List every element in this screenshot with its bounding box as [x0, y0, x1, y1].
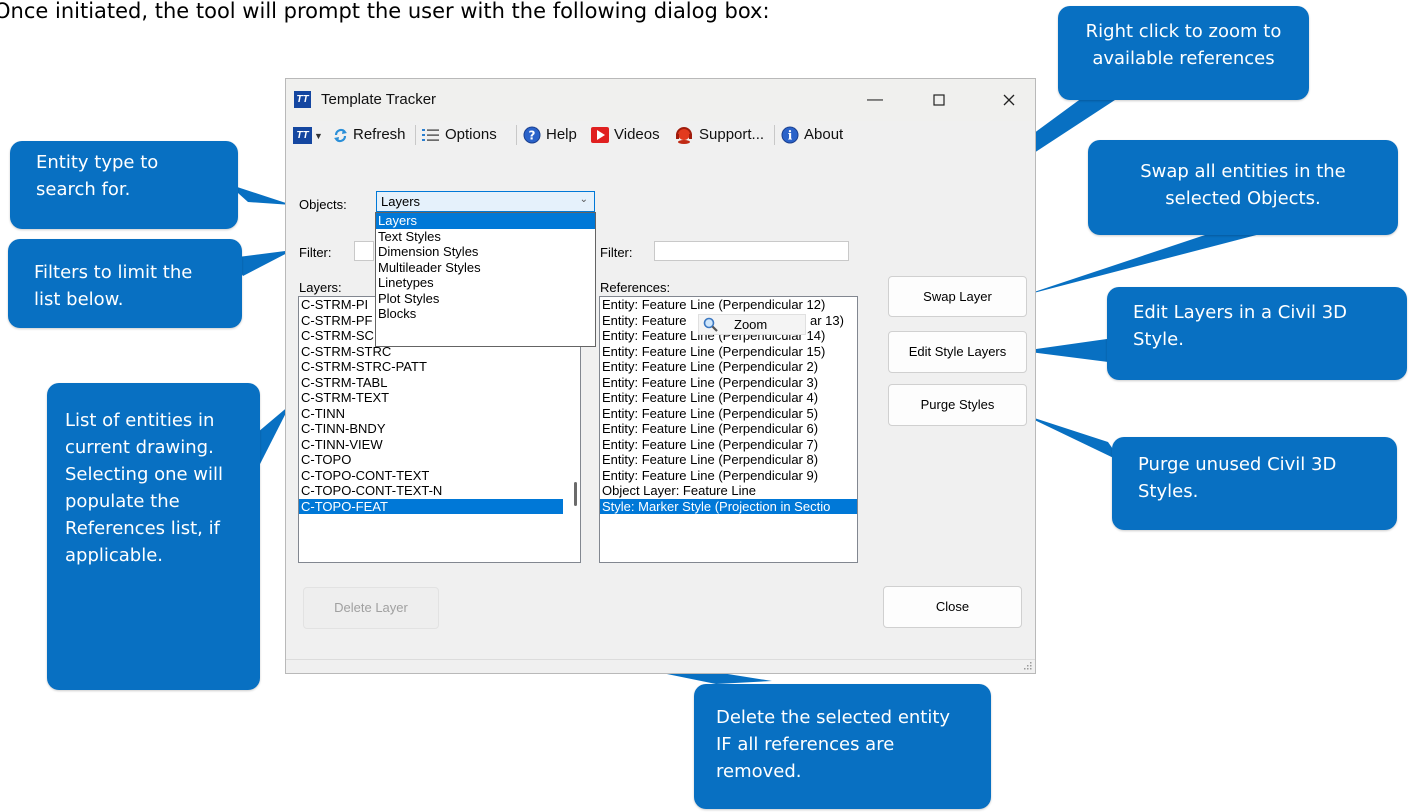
purge-styles-button[interactable]: Purge Styles	[888, 384, 1027, 426]
callout-purge: Purge unused Civil 3D Styles.	[1112, 437, 1397, 530]
dropdown-option-plot-styles[interactable]: Plot Styles	[376, 291, 595, 307]
list-item[interactable]: Entity: Feature Line (Perpendicular 6)	[600, 421, 857, 437]
window-title: Template Tracker	[321, 91, 437, 108]
close-window-button[interactable]	[986, 83, 1032, 117]
list-item[interactable]: Object Layer: Feature Line	[600, 483, 857, 499]
callout-list-entities: List of entities in current drawing. Sel…	[47, 383, 260, 690]
objects-label: Objects:	[299, 197, 347, 212]
callout-edit: Edit Layers in a Civil 3D Style.	[1107, 287, 1407, 380]
about-label: About	[804, 126, 844, 143]
reference-filter-input[interactable]	[654, 241, 849, 261]
options-button[interactable]: Options	[422, 123, 497, 147]
info-icon: i	[781, 126, 799, 144]
resize-grip-icon[interactable]	[1023, 661, 1032, 670]
list-item-selected[interactable]: C-TOPO-FEAT	[299, 498, 563, 514]
swap-layer-button[interactable]: Swap Layer	[888, 276, 1027, 317]
dropdown-option-linetypes[interactable]: Linetypes	[376, 275, 595, 291]
reference-text: Entity: Feature	[602, 312, 687, 328]
pointer-purge	[1022, 414, 1122, 462]
callout-entity-type: Entity type to search for.	[10, 141, 238, 229]
toolbar-separator	[774, 125, 775, 145]
support-label: Support...	[699, 126, 765, 143]
list-item[interactable]: Entity: Feature Line (Perpendicular 12)	[600, 297, 857, 313]
svg-text:i: i	[788, 129, 793, 143]
list-item[interactable]: Entity: Feature Line (Perpendicular 5)	[600, 406, 857, 422]
layer-filter-input[interactable]	[354, 241, 374, 261]
refresh-label: Refresh	[353, 126, 406, 143]
list-item[interactable]: Entity: Feature Line (Perpendicular 15)	[600, 344, 857, 360]
options-list-icon	[422, 129, 439, 142]
reference-text-suffix: ar 13)	[810, 312, 844, 328]
zoom-context-menu[interactable]: Zoom	[698, 314, 806, 335]
videos-button[interactable]: Videos	[591, 123, 660, 147]
help-icon: ?	[523, 126, 541, 144]
dropdown-option-dimension-styles[interactable]: Dimension Styles	[376, 244, 595, 260]
magnifier-icon	[703, 317, 718, 332]
callout-filters: Filters to limit the list below.	[8, 239, 242, 328]
list-item[interactable]: Entity: Feature Line (Perpendicular 3)	[600, 375, 857, 391]
list-item[interactable]: Entity: Feature Line (Perpendicular 8)	[600, 452, 857, 468]
status-bar-divider	[286, 659, 1035, 660]
objects-dropdown: Layers Text Styles Dimension Styles Mult…	[375, 212, 596, 347]
layers-list-label: Layers:	[299, 280, 342, 295]
list-item[interactable]: Entity: Feature Line (Perpendicular 4)	[600, 390, 857, 406]
close-button[interactable]: Close	[883, 586, 1022, 628]
objects-selected-value: Layers	[381, 194, 421, 209]
about-button[interactable]: i About	[781, 123, 843, 147]
list-item[interactable]: C-STRM-TABL	[299, 375, 580, 391]
app-menu-button[interactable]: TT ▼	[293, 123, 323, 147]
list-item[interactable]: C-TOPO-CONT-TEXT-N	[299, 483, 580, 499]
svg-text:?: ?	[529, 129, 536, 143]
template-tracker-window: TT Template Tracker — TT ▼ Refresh Option…	[285, 78, 1036, 674]
app-menu-icon: TT	[293, 126, 312, 144]
options-label: Options	[445, 126, 497, 143]
dropdown-option-text-styles[interactable]: Text Styles	[376, 229, 595, 245]
maximize-icon	[933, 94, 945, 106]
chevron-down-icon: ▼	[314, 131, 323, 141]
list-item[interactable]: Entity: Feature Line (Perpendicular 2)	[600, 359, 857, 375]
layers-scrollbar-thumb[interactable]	[574, 482, 577, 506]
refresh-icon	[334, 128, 347, 142]
dropdown-option-multileader-styles[interactable]: Multileader Styles	[376, 260, 595, 276]
dropdown-option-blocks[interactable]: Blocks	[376, 306, 595, 322]
objects-select[interactable]: Layers ⌄	[376, 191, 595, 212]
support-headset-icon	[676, 127, 692, 145]
references-list-label: References:	[600, 280, 671, 295]
list-item[interactable]: C-STRM-TEXT	[299, 390, 580, 406]
list-item[interactable]: Entity: Feature Line (Perpendicular 7)	[600, 437, 857, 453]
minimize-button[interactable]: —	[852, 83, 898, 117]
list-item[interactable]: C-TOPO-CONT-TEXT	[299, 468, 580, 484]
help-label: Help	[546, 126, 577, 143]
zoom-menu-label: Zoom	[734, 317, 768, 332]
edit-style-layers-button[interactable]: Edit Style Layers	[888, 331, 1027, 373]
list-item[interactable]: Entity: Feature Line (Perpendicular 9)	[600, 468, 857, 484]
maximize-button[interactable]	[916, 83, 962, 117]
dropdown-option-layers[interactable]: Layers	[376, 213, 595, 229]
list-item-selected[interactable]: Style: Marker Style (Projection in Secti…	[600, 498, 857, 514]
toolbar-separator	[516, 125, 517, 145]
toolbar: TT ▼ Refresh Options ? Help Videos Support…	[286, 121, 1035, 149]
callout-swap: Swap all entities in the selected Object…	[1088, 140, 1398, 235]
list-item[interactable]: C-STRM-STRC-PATT	[299, 359, 580, 375]
chevron-down-icon: ⌄	[579, 194, 588, 205]
help-button[interactable]: ? Help	[523, 123, 577, 147]
app-logo-icon: TT	[294, 91, 311, 108]
support-button[interactable]: Support...	[674, 123, 764, 147]
list-item[interactable]: C-TOPO	[299, 452, 580, 468]
list-item[interactable]: C-TINN	[299, 406, 580, 422]
close-icon	[1003, 94, 1015, 106]
videos-label: Videos	[614, 126, 660, 143]
video-play-icon	[591, 127, 609, 144]
refresh-button[interactable]: Refresh	[333, 123, 406, 147]
references-list[interactable]: Entity: Feature Line (Perpendicular 12) …	[599, 296, 858, 563]
callout-zoom: Right click to zoom to available referen…	[1058, 6, 1309, 100]
title-bar: TT Template Tracker —	[286, 79, 1035, 121]
list-item[interactable]: C-TINN-BNDY	[299, 421, 580, 437]
delete-layer-button[interactable]: Delete Layer	[303, 587, 439, 629]
layer-filter-label: Filter:	[299, 245, 332, 260]
toolbar-separator	[415, 125, 416, 145]
callout-delete: Delete the selected entity IF all refere…	[694, 684, 991, 809]
list-item[interactable]: C-TINN-VIEW	[299, 437, 580, 453]
reference-filter-label: Filter:	[600, 245, 633, 260]
